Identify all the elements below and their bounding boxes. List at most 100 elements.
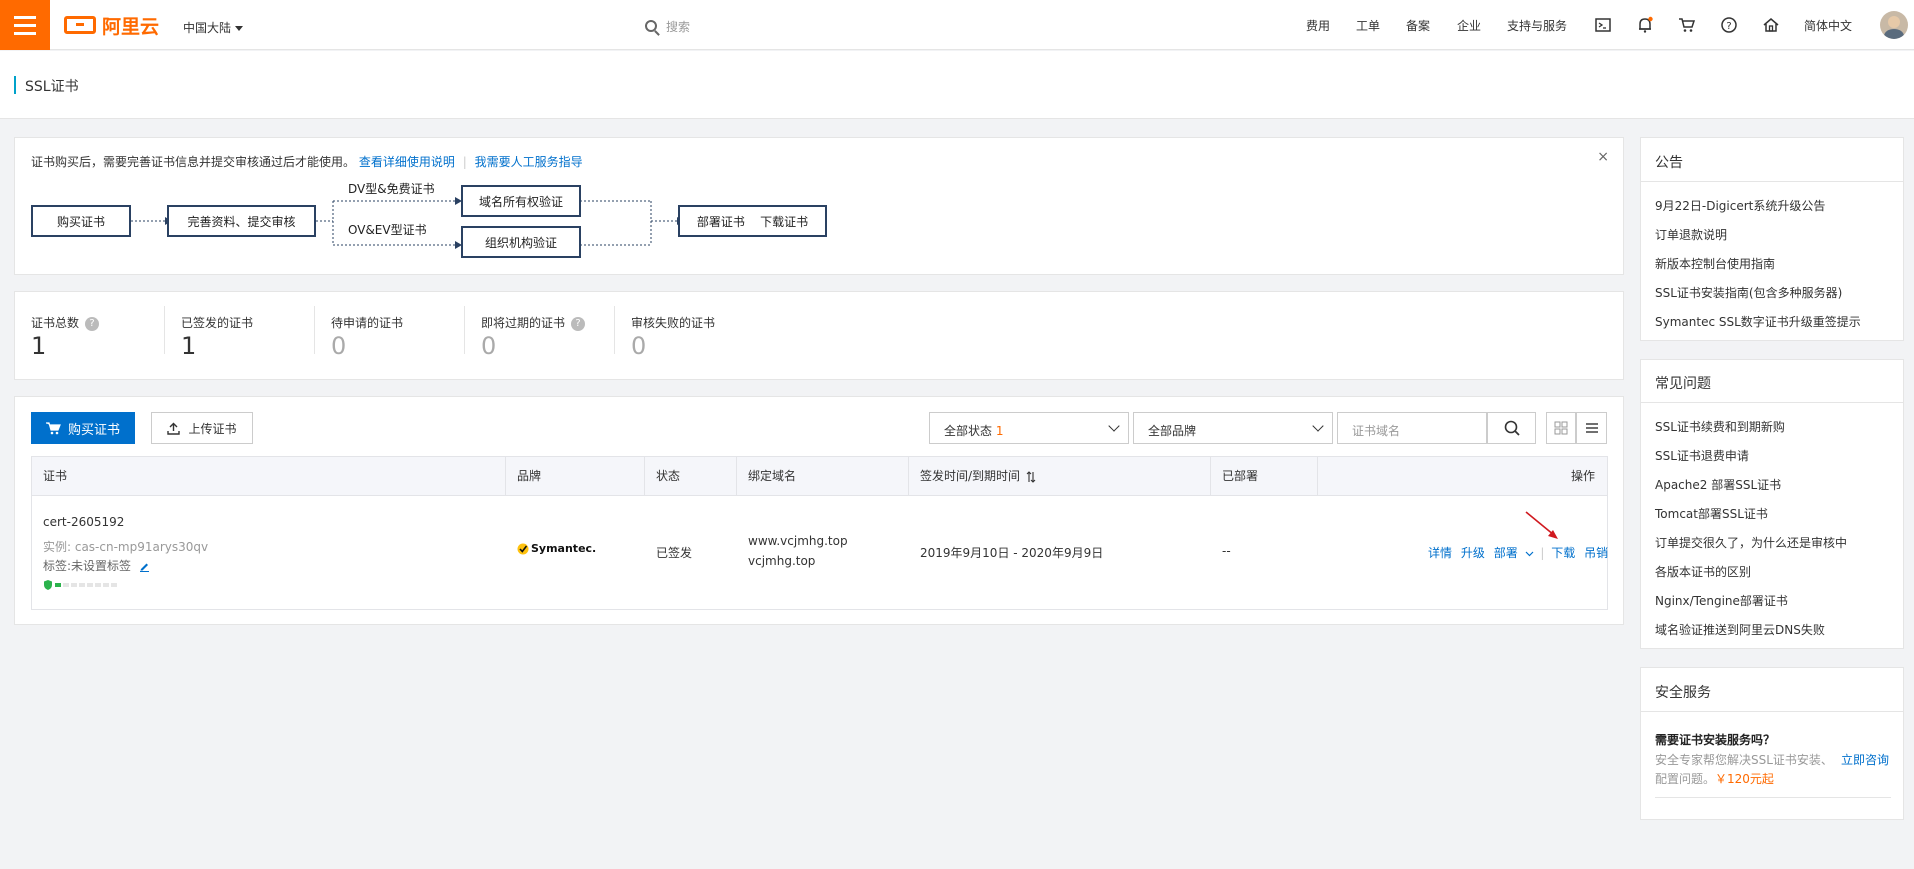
page-title-bar: SSL证书	[0, 51, 1914, 119]
col-domain: 绑定域名	[748, 469, 797, 483]
cert-instance: 实例: cas-cn-mp91arys30qv	[43, 540, 209, 554]
search-icon	[1504, 420, 1520, 436]
language-switch[interactable]: 简体中文	[1804, 0, 1852, 50]
table-row: cert-2605192 实例: cas-cn-mp91arys30qv 标签:…	[31, 496, 1608, 610]
flow-step-buy: 购买证书	[31, 205, 131, 237]
buy-cert-button[interactable]: 购买证书	[31, 412, 135, 444]
top-navbar: 阿里云 中国大陆 搜索 费用 工单 备案 企业 支持与服务 ? 简体中文	[0, 0, 1914, 50]
nav-beian[interactable]: 备案	[1406, 0, 1430, 50]
faq-item[interactable]: Apache2 部署SSL证书	[1655, 476, 1781, 493]
pointer-arrow-icon	[1525, 511, 1558, 539]
faq-item[interactable]: SSL证书退费申请	[1655, 447, 1749, 464]
nav-support[interactable]: 支持与服务	[1507, 0, 1567, 50]
bound-domain: vcjmhg.top	[748, 554, 816, 568]
announcement-title: 公告	[1655, 155, 1683, 171]
bell-icon[interactable]	[1636, 16, 1654, 34]
faq-item[interactable]: 订单提交很久了，为什么还是审核中	[1655, 534, 1847, 551]
col-actions: 操作	[1570, 469, 1595, 483]
chevron-down-icon	[1108, 420, 1120, 432]
help-icon[interactable]: ?	[1720, 16, 1738, 34]
tips-panel: 证书购买后，需要完善证书信息并提交审核通过后才能使用。 查看详细使用说明 | 我…	[14, 137, 1624, 275]
stat-value: 0	[631, 332, 647, 360]
cart-icon	[45, 421, 61, 434]
announcement-item[interactable]: 9月22日-Digicert系统升级公告	[1655, 197, 1825, 214]
cert-security-level	[43, 579, 123, 593]
stat-value: 0	[481, 332, 497, 360]
grid-view-button[interactable]	[1546, 412, 1576, 444]
security-desc-2: 配置问题。￥120元起	[1655, 772, 1774, 786]
col-period[interactable]: 签发时间/到期时间	[920, 457, 1036, 495]
security-price: ￥120元起	[1715, 772, 1774, 786]
status-filter-select[interactable]: 全部状态 1	[929, 412, 1129, 444]
home-icon[interactable]	[1762, 16, 1780, 34]
domain-search-input[interactable]: 证书域名	[1337, 412, 1487, 444]
caret-down-icon	[235, 26, 244, 31]
stat-label: 审核失败的证书	[631, 316, 716, 330]
stat-label: 待申请的证书	[331, 316, 404, 330]
action-details[interactable]: 详情	[1428, 546, 1452, 560]
faq-title: 常见问题	[1655, 376, 1711, 392]
stat-value: 0	[331, 332, 347, 360]
global-search[interactable]: 搜索	[645, 15, 905, 37]
flow-step-domain-verify: 域名所有权验证	[461, 185, 581, 217]
action-deploy[interactable]: 部署	[1494, 546, 1538, 560]
brand-filter-select[interactable]: 全部品牌	[1133, 412, 1333, 444]
region-selector[interactable]: 中国大陆	[183, 19, 244, 36]
stat-value: 1	[31, 332, 47, 360]
action-download[interactable]: 下载	[1551, 546, 1575, 560]
help-icon[interactable]: ?	[85, 316, 100, 331]
faq-item[interactable]: Nginx/Tengine部署证书	[1655, 592, 1788, 609]
list-view-button[interactable]	[1576, 412, 1607, 444]
nav-enterprise[interactable]: 企业	[1457, 0, 1481, 50]
consult-now-link[interactable]: 立即咨询	[1841, 751, 1889, 768]
edit-icon[interactable]	[139, 561, 150, 572]
cert-list-panel: 购买证书 上传证书 全部状态 1 全部品牌 证书域名 证书 品牌 状态 绑定域名…	[14, 396, 1624, 625]
help-icon[interactable]: ?	[571, 316, 586, 331]
flow-step-complete-info: 完善资料、提交审核	[167, 205, 316, 237]
chevron-down-icon	[1525, 551, 1533, 556]
stats-panel: 证书总数? 1 已签发的证书 1 待申请的证书 0 即将过期的证书? 0 审核失…	[14, 291, 1624, 380]
shield-icon	[44, 580, 117, 590]
faq-item[interactable]: SSL证书续费和到期新购	[1655, 418, 1785, 435]
close-icon[interactable]: ×	[1597, 149, 1609, 165]
terminal-icon[interactable]	[1594, 16, 1612, 34]
announcement-item[interactable]: SSL证书安装指南(包含多种服务器)	[1655, 284, 1842, 301]
chevron-down-icon	[1312, 420, 1324, 432]
upload-icon	[167, 422, 181, 435]
col-deployed: 已部署	[1222, 469, 1259, 483]
nav-fees[interactable]: 费用	[1306, 0, 1330, 50]
aliyun-logo[interactable]: 阿里云	[64, 12, 159, 38]
faq-item[interactable]: Tomcat部署SSL证书	[1655, 505, 1768, 522]
search-button[interactable]	[1487, 412, 1536, 444]
sort-icon[interactable]	[1026, 470, 1036, 483]
announcement-item[interactable]: Symantec SSL数字证书升级重签提示	[1655, 313, 1861, 330]
stat-label: 证书总数	[31, 316, 80, 330]
upload-cert-button[interactable]: 上传证书	[151, 412, 253, 444]
faq-panel: 常见问题 SSL证书续费和到期新购 SSL证书退费申请 Apache2 部署SS…	[1640, 359, 1904, 649]
stat-value: 1	[181, 332, 197, 360]
status-count: 1	[995, 424, 1004, 438]
cart-icon[interactable]	[1678, 16, 1696, 34]
avatar[interactable]	[1880, 11, 1908, 39]
action-upgrade[interactable]: 升级	[1461, 546, 1485, 560]
symantec-logo: Symantec.	[517, 542, 596, 555]
grid-icon	[1554, 421, 1568, 435]
svg-text:?: ?	[1726, 21, 1731, 32]
faq-item[interactable]: 各版本证书的区别	[1655, 563, 1751, 580]
flow-label-ov: OV&EV型证书	[348, 223, 427, 237]
list-icon	[1585, 423, 1598, 433]
announcement-item[interactable]: 订单退款说明	[1655, 226, 1727, 243]
announcement-item[interactable]: 新版本控制台使用指南	[1655, 255, 1775, 272]
menu-icon[interactable]	[0, 0, 50, 50]
bound-domain: www.vcjmhg.top	[748, 534, 848, 548]
cert-name: cert-2605192	[43, 515, 125, 529]
col-status: 状态	[656, 469, 681, 483]
stat-failed: 审核失败的证书 0	[615, 292, 765, 364]
search-icon	[645, 20, 657, 32]
nav-tickets[interactable]: 工单	[1356, 0, 1380, 50]
stat-expiring: 即将过期的证书? 0	[465, 292, 615, 364]
stat-pending: 待申请的证书 0	[315, 292, 465, 364]
action-revoke[interactable]: 吊销	[1584, 546, 1608, 560]
stat-label: 即将过期的证书	[481, 316, 566, 330]
faq-item[interactable]: 域名验证推送到阿里云DNS失败	[1655, 621, 1825, 638]
